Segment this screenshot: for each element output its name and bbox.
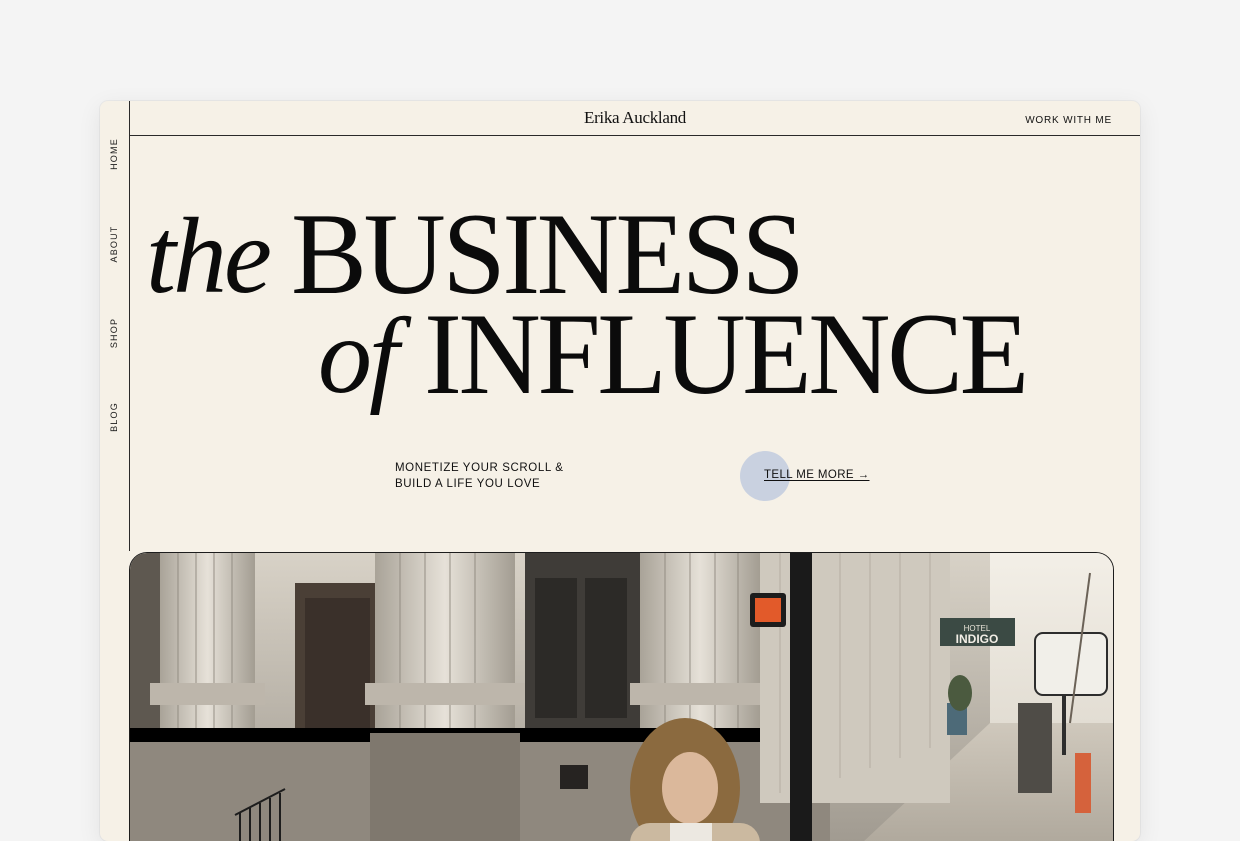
side-nav-home[interactable]: HOME <box>109 138 119 170</box>
hero-word-the: the <box>146 197 272 316</box>
hero-word-influence: INFLUENCE <box>424 288 1029 419</box>
brand-logo[interactable]: Erika Auckland <box>130 108 1140 128</box>
hotel-sign: INDIGO <box>956 632 999 646</box>
rail-divider <box>129 491 130 551</box>
tagline-line-1: MONETIZE YOUR SCROLL & <box>395 462 564 474</box>
side-nav-blog[interactable]: BLOG <box>109 402 119 432</box>
cta-label: TELL ME MORE → <box>764 469 870 481</box>
site-frame: HOME ABOUT SHOP BLOG Erika Auckland WORK… <box>100 101 1140 841</box>
hero-photo: HOTEL INDIGO <box>129 552 1114 841</box>
side-nav-about[interactable]: ABOUT <box>109 225 119 262</box>
hero-tagline: MONETIZE YOUR SCROLL & BUILD A LIFE YOU … <box>395 460 605 492</box>
hero-title-line-2: of INFLUENCE <box>318 288 1029 419</box>
street-scene-illustration: HOTEL INDIGO <box>130 553 1113 841</box>
tagline-line-2: BUILD A LIFE YOU LOVE <box>395 478 541 490</box>
hero-word-of: of <box>318 297 399 416</box>
top-bar: Erika Auckland WORK WITH ME <box>130 101 1140 136</box>
work-with-me-link[interactable]: WORK WITH ME <box>1025 115 1112 126</box>
side-nav: HOME ABOUT SHOP BLOG <box>100 101 130 491</box>
side-nav-shop[interactable]: SHOP <box>109 318 119 348</box>
